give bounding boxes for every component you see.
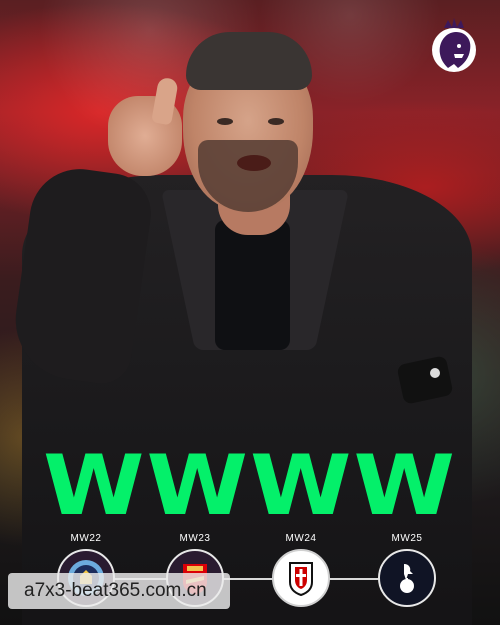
matchweek-label: MW23 bbox=[179, 533, 211, 544]
coach-mouth bbox=[237, 155, 271, 171]
premier-league-lion-icon bbox=[432, 18, 476, 72]
tottenham-crest-icon bbox=[378, 549, 436, 607]
coach-eye-left bbox=[217, 118, 233, 125]
match-mw24: MW24 bbox=[261, 533, 341, 607]
coach-shirt bbox=[215, 220, 290, 350]
poster-image: WWWW MW22 MW23 MW24 MW25 a7x3-beat365.co… bbox=[0, 0, 500, 625]
armband-badge-icon bbox=[430, 368, 440, 378]
matchweek-label: MW24 bbox=[285, 533, 317, 544]
fulham-crest-icon bbox=[272, 549, 330, 607]
win-streak-headline: WWWW bbox=[43, 437, 457, 534]
watermark-text: a7x3-beat365.com.cn bbox=[8, 573, 230, 609]
coach-eye-right bbox=[268, 118, 284, 125]
matchweek-label: MW25 bbox=[391, 533, 423, 544]
matchweek-label: MW22 bbox=[70, 533, 102, 544]
match-mw25: MW25 bbox=[367, 533, 447, 607]
coach-hair bbox=[186, 32, 312, 90]
